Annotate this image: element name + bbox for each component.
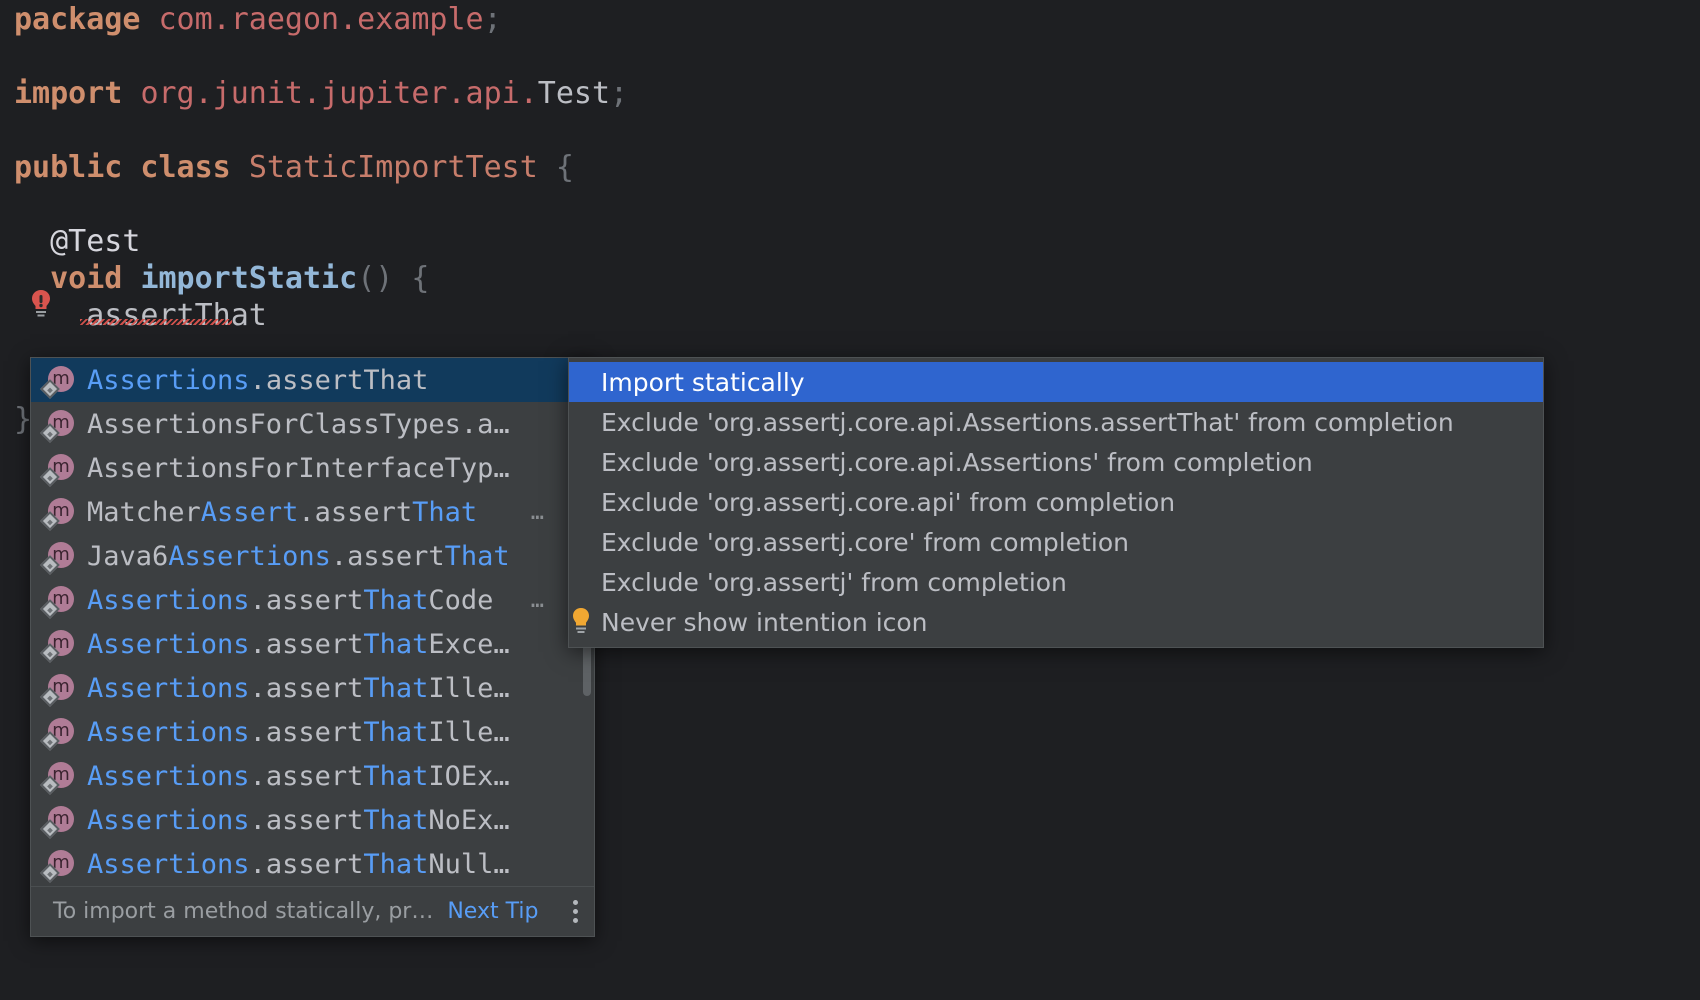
code-line: void importStatic() { (14, 259, 429, 299)
intention-action-item[interactable]: Exclude 'org.assertj' from completion (569, 562, 1543, 602)
intention-action-item[interactable]: Import statically (569, 362, 1543, 402)
completion-item-overflow-indicator: … (530, 587, 546, 613)
error-squiggle (80, 319, 232, 325)
method-static-icon: m (40, 715, 77, 751)
intention-action-item[interactable]: Exclude 'org.assertj.core.api' from comp… (569, 482, 1543, 522)
intention-action-item[interactable]: Never show intention icon (569, 602, 1543, 642)
method-static-icon: m (40, 363, 77, 399)
completion-hint-text: To import a method statically, pr… (53, 899, 434, 924)
lightbulb-icon (569, 606, 595, 638)
method-static-icon: m (40, 451, 77, 487)
completion-item-label: MatcherAssert.assertThat (87, 496, 478, 528)
method-static-icon: m (40, 803, 77, 839)
code-token: import (14, 76, 141, 111)
method-static-icon: m (40, 759, 77, 795)
completion-item[interactable]: m Assertions.assertThatIOEx… (31, 754, 594, 798)
method-static-icon: m (40, 539, 77, 575)
intention-action-item[interactable]: Exclude 'org.assertj.core.api.Assertions… (569, 402, 1543, 442)
completion-item-label: Assertions.assertThatIOEx… (87, 760, 510, 792)
code-token: ; (483, 2, 502, 37)
completion-item-label: Assertions.assertThatExce… (87, 628, 510, 660)
completion-item[interactable]: m Assertions.assertThat (31, 358, 594, 402)
intention-action-label: Exclude 'org.assertj.core.api.Assertions… (601, 447, 1313, 477)
completion-item-label: Java6Assertions.assertThat (87, 540, 510, 572)
intention-action-label: Import statically (601, 367, 805, 397)
completion-item[interactable]: m Assertions.assertThatIlle… (31, 710, 594, 754)
code-completion-popup[interactable]: m Assertions.assertThat m AssertionsForClas… (30, 357, 595, 937)
code-line: import org.junit.jupiter.api.Test; (14, 74, 628, 114)
completion-item-label: Assertions.assertThatNull… (87, 848, 510, 880)
intention-action-label: Exclude 'org.assertj.core' from completi… (601, 527, 1130, 557)
code-line: @Test (14, 222, 140, 262)
completion-item[interactable]: m Assertions.assertThatExce… (31, 622, 594, 666)
completion-item[interactable]: m MatcherAssert.assertThat … (31, 490, 594, 534)
completion-item[interactable]: m Assertions.assertThatCode … (31, 578, 594, 622)
intention-action-label: Exclude 'org.assertj' from completion (601, 567, 1067, 597)
intention-actions-popup[interactable]: Import statically Exclude 'org.assertj.co… (568, 357, 1544, 648)
method-static-icon: m (40, 671, 77, 707)
method-static-icon: m (40, 583, 77, 619)
code-token: Test (537, 76, 611, 111)
completion-item[interactable]: m Assertions.assertThatNoEx… (31, 798, 594, 842)
method-static-icon: m (40, 407, 77, 443)
code-token: ; (610, 76, 629, 111)
method-static-icon: m (40, 627, 77, 663)
completion-item[interactable]: m AssertionsForClassTypes.a… (31, 402, 594, 446)
intention-action-label: Exclude 'org.assertj.core.api' from comp… (601, 487, 1176, 517)
completion-item[interactable]: m Assertions.assertThatNull… (31, 842, 594, 886)
method-static-icon: m (40, 495, 77, 531)
completion-item[interactable]: m Assertions.assertThatIlle… (31, 666, 594, 710)
intention-action-item[interactable]: Exclude 'org.assertj.core' from completi… (569, 522, 1543, 562)
completion-hint-bar: To import a method statically, pr… Next … (31, 886, 594, 936)
code-token: () { (357, 261, 430, 296)
next-tip-link[interactable]: Next Tip (447, 899, 538, 924)
completion-item-label: AssertionsForClassTypes.a… (87, 408, 510, 440)
code-token: importStatic (140, 261, 358, 296)
intention-action-label: Exclude 'org.assertj.core.api.Assertions… (601, 407, 1454, 437)
code-token: public class (14, 150, 249, 185)
code-token: StaticImportTest (248, 150, 538, 185)
completion-item-label: Assertions.assertThatNoEx… (87, 804, 510, 836)
code-line: public class StaticImportTest { (14, 148, 574, 188)
code-token: { (537, 150, 574, 185)
completion-item-label: Assertions.assertThatIlle… (87, 716, 510, 748)
completion-item-label: AssertionsForInterfaceTyp… (87, 452, 510, 484)
code-token: com.raegon.example (158, 2, 484, 37)
code-token: @Test (14, 224, 141, 259)
code-line: package com.raegon.example; (14, 0, 502, 40)
completion-item-label: Assertions.assertThatCode (87, 584, 494, 616)
kebab-menu-icon[interactable] (566, 895, 584, 929)
code-token: org.junit.jupiter.api. (140, 76, 538, 111)
completion-item-list[interactable]: m Assertions.assertThat m AssertionsForClas… (31, 358, 594, 886)
method-static-icon: m (40, 847, 77, 883)
completion-item[interactable]: m AssertionsForInterfaceTyp… (31, 446, 594, 490)
error-bulb-icon[interactable] (28, 288, 54, 318)
code-token: package (14, 2, 159, 37)
completion-item-overflow-indicator: … (530, 499, 546, 525)
intention-action-item[interactable]: Exclude 'org.assertj.core.api.Assertions… (569, 442, 1543, 482)
completion-item-label: Assertions.assertThat (87, 364, 429, 396)
completion-item-label: Assertions.assertThatIlle… (87, 672, 510, 704)
intention-action-label: Never show intention icon (601, 607, 928, 637)
completion-item[interactable]: m Java6Assertions.assertThat (31, 534, 594, 578)
